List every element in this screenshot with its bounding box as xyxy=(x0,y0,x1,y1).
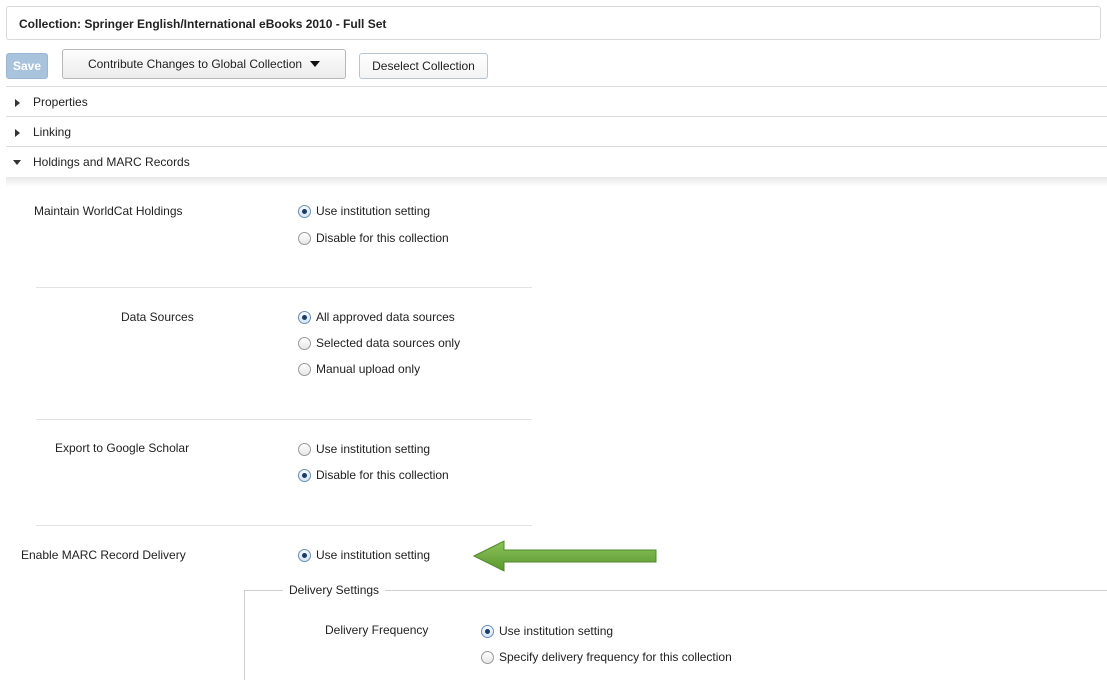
section-linking-label: Linking xyxy=(33,125,72,139)
section-properties-label: Properties xyxy=(33,95,88,109)
divider xyxy=(36,287,532,288)
radio-selected[interactable] xyxy=(298,468,311,482)
radio-frequency-use-institution[interactable]: Use institution setting xyxy=(481,623,613,639)
section-holdings-marc-label: Holdings and MARC Records xyxy=(33,155,190,169)
triangle-down-icon xyxy=(13,160,21,165)
maintain-worldcat-label: Maintain WorldCat Holdings xyxy=(34,204,183,218)
radio-data-sources-selected[interactable]: Selected data sources only xyxy=(298,335,460,351)
radio-unselected[interactable] xyxy=(298,362,311,376)
collection-title-bar: Collection: Springer English/Internation… xyxy=(6,6,1101,40)
radio-label: Specify delivery frequency for this coll… xyxy=(499,650,732,664)
delivery-settings-legend: Delivery Settings xyxy=(283,583,386,597)
radio-unselected[interactable] xyxy=(481,650,494,664)
radio-label: Use institution setting xyxy=(316,548,431,562)
data-sources-label: Data Sources xyxy=(121,310,194,324)
radio-label: Disable for this collection xyxy=(316,231,449,245)
radio-label: Manual upload only xyxy=(316,362,421,376)
divider xyxy=(36,419,532,420)
radio-worldcat-disable[interactable]: Disable for this collection xyxy=(298,230,449,246)
marc-delivery-label: Enable MARC Record Delivery xyxy=(21,548,186,562)
radio-marc-use-institution[interactable]: Use institution setting xyxy=(298,547,430,563)
radio-label: Selected data sources only xyxy=(316,336,461,350)
radio-selected[interactable] xyxy=(298,204,311,218)
radio-scholar-use-institution[interactable]: Use institution setting xyxy=(298,441,430,457)
google-scholar-label: Export to Google Scholar xyxy=(55,441,190,455)
radio-data-sources-all[interactable]: All approved data sources xyxy=(298,309,455,325)
radio-selected[interactable] xyxy=(298,548,311,562)
save-button[interactable]: Save xyxy=(6,53,48,79)
caret-down-icon xyxy=(310,61,321,67)
radio-label: All approved data sources xyxy=(316,310,455,324)
section-holdings-marc[interactable]: Holdings and MARC Records xyxy=(6,146,1107,176)
triangle-right-icon xyxy=(15,129,20,137)
contribute-changes-dropdown[interactable]: Contribute Changes to Global Collection xyxy=(62,49,346,79)
radio-frequency-specify[interactable]: Specify delivery frequency for this coll… xyxy=(481,649,732,665)
radio-selected[interactable] xyxy=(298,310,311,324)
radio-unselected[interactable] xyxy=(298,442,311,456)
deselect-collection-button[interactable]: Deselect Collection xyxy=(359,53,488,79)
delivery-frequency-label: Delivery Frequency xyxy=(325,623,429,637)
radio-data-sources-manual[interactable]: Manual upload only xyxy=(298,361,420,377)
radio-scholar-disable[interactable]: Disable for this collection xyxy=(298,467,449,483)
radio-label: Use institution setting xyxy=(499,624,614,638)
radio-selected[interactable] xyxy=(481,624,494,638)
triangle-right-icon xyxy=(15,99,20,107)
green-arrow-left-icon xyxy=(472,540,657,572)
radio-worldcat-use-institution[interactable]: Use institution setting xyxy=(298,203,430,219)
contribute-changes-label: Contribute Changes to Global Collection xyxy=(87,57,303,71)
section-properties[interactable]: Properties xyxy=(6,86,1107,116)
radio-unselected[interactable] xyxy=(298,336,311,350)
radio-label: Use institution setting xyxy=(316,204,431,218)
radio-label: Use institution setting xyxy=(316,442,431,456)
divider xyxy=(36,525,532,526)
section-linking[interactable]: Linking xyxy=(6,116,1107,146)
collection-title: Collection: Springer English/Internation… xyxy=(19,17,387,31)
radio-label: Disable for this collection xyxy=(316,468,449,482)
section-content-shadow xyxy=(6,177,1107,187)
radio-unselected[interactable] xyxy=(298,231,311,245)
